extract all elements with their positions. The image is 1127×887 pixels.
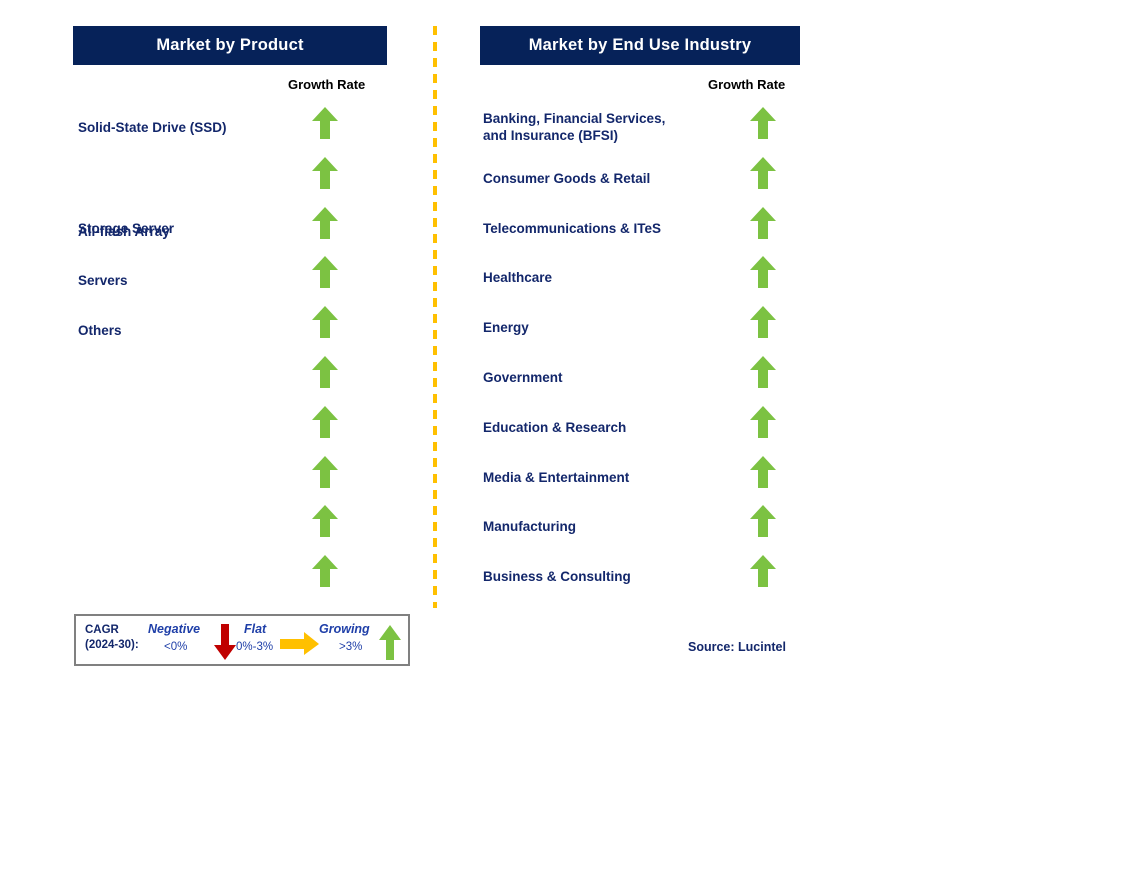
growth-growing-arrow-icon — [311, 405, 339, 439]
vertical-dashed-divider — [433, 26, 437, 608]
category-label: Telecommunications & ITeS — [483, 220, 662, 236]
category-label: Education & Research — [483, 419, 627, 435]
category-label: Servers — [78, 273, 128, 289]
growth-growing-arrow-icon — [749, 305, 777, 339]
category-label: Media & Entertainment — [483, 469, 630, 485]
legend-growing-value: >3% — [339, 641, 363, 653]
growth-growing-arrow-icon — [749, 504, 777, 538]
legend-flat-title: Flat — [244, 622, 267, 636]
category-label: Others — [78, 323, 122, 339]
growth-growing-arrow-icon — [749, 106, 777, 140]
growth-growing-arrow-icon — [311, 206, 339, 240]
category-label: Manufacturing — [483, 519, 576, 535]
growth-growing-arrow-icon — [749, 255, 777, 289]
panel-header-market-by-end-use-industry: Market by End Use Industry — [480, 26, 800, 65]
arrow-right-icon — [280, 632, 320, 656]
growth-growing-arrow-icon — [311, 455, 339, 489]
category-label: Banking, Financial Services, and Insuran… — [483, 111, 666, 143]
growth-growing-arrow-icon — [749, 554, 777, 588]
growth-growing-arrow-icon — [749, 206, 777, 240]
category-label: Healthcare — [483, 270, 553, 286]
arrow-up-icon — [378, 624, 402, 661]
legend-growing-title: Growing — [319, 622, 370, 636]
panel-title-left: Market by Product — [156, 36, 304, 54]
growth-growing-arrow-icon — [749, 355, 777, 389]
legend-flat-value: 0%-3% — [236, 641, 274, 653]
growth-growing-arrow-icon — [311, 554, 339, 588]
growth-growing-arrow-icon — [311, 106, 339, 140]
cagr-legend: CAGR (2024-30): Negative <0% Flat 0%-3% … — [74, 614, 410, 666]
growth-growing-arrow-icon — [311, 504, 339, 538]
category-label: Energy — [483, 320, 529, 336]
category-label: Government — [483, 370, 563, 385]
panel-header-market-by-product: Market by Product — [73, 26, 387, 65]
source-note: Source: Lucintel — [688, 640, 786, 654]
legend-negative-title: Negative — [148, 622, 201, 636]
growth-growing-arrow-icon — [311, 156, 339, 190]
panel-title-right: Market by End Use Industry — [528, 36, 752, 54]
growth-growing-arrow-icon — [311, 355, 339, 389]
growth-growing-arrow-icon — [311, 305, 339, 339]
growth-growing-arrow-icon — [749, 156, 777, 190]
legend-cagr-label: CAGR (2024-30): — [85, 624, 139, 651]
growth-rate-caption-left: Growth Rate — [288, 77, 366, 92]
arrow-down-icon — [213, 624, 237, 661]
growth-growing-arrow-icon — [311, 255, 339, 289]
growth-growing-arrow-icon — [749, 455, 777, 489]
category-label: Solid-State Drive (SSD) — [78, 120, 227, 135]
growth-growing-arrow-icon — [749, 405, 777, 439]
category-label: All-flash Array — [78, 223, 170, 239]
legend-negative-value: <0% — [164, 641, 188, 653]
category-label: Consumer Goods & Retail — [483, 170, 651, 186]
growth-rate-caption-right: Growth Rate — [708, 77, 786, 92]
category-label: Business & Consulting — [483, 569, 631, 585]
